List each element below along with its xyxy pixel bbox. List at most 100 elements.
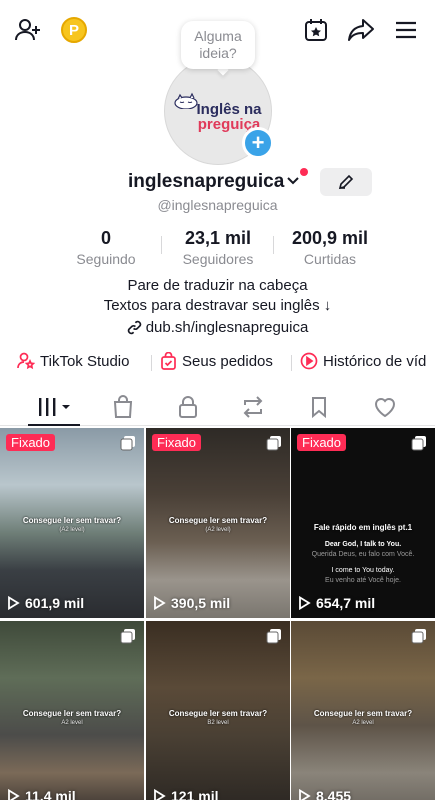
view-count-text: 11,4 mil (25, 788, 76, 800)
link-icon (127, 320, 141, 334)
video-thumbnail[interactable]: Consegue ler sem travar? A2 level 11,4 m… (0, 621, 144, 800)
video-thumbnail[interactable]: Consegue ler sem travar? B2 level 121 mi… (146, 621, 290, 800)
bio-link[interactable]: dub.sh/inglesnapreguica (0, 316, 435, 338)
quick-links: TikTok Studio Seus pedidos Histórico de … (0, 349, 435, 375)
stat-followers[interactable]: 23,1 mil Seguidores (174, 228, 262, 267)
video-thumbnail[interactable]: Fixado Consegue ler sem travar? (A2 leve… (0, 428, 144, 618)
quick-link-label: Histórico de víd (323, 352, 427, 370)
video-grid: Fixado Consegue ler sem travar? (A2 leve… (0, 428, 435, 800)
lock-icon (179, 396, 197, 418)
username-row: inglesnapreguica (0, 168, 435, 196)
view-count-text: 8.455 (316, 788, 352, 800)
video-caption: Fale rápido em inglês pt.1 (313, 523, 413, 532)
tab-private[interactable] (168, 392, 208, 422)
video-line: I come to You today. (331, 567, 395, 574)
video-subcaption: (A2 level) (205, 527, 231, 533)
notification-dot (300, 168, 308, 176)
tab-liked[interactable] (365, 392, 405, 422)
stat-following[interactable]: 0 Seguindo (70, 228, 142, 267)
multi-image-icon (411, 436, 426, 451)
video-subcaption: A2 level (352, 720, 374, 726)
pinned-badge: Fixado (297, 434, 347, 451)
quick-link-label: TikTok Studio (40, 352, 130, 370)
stat-label: Seguidores (182, 251, 254, 267)
repost-icon (243, 396, 263, 418)
shopping-bag-icon (113, 395, 133, 418)
video-caption: Consegue ler sem travar? (168, 709, 268, 718)
menu-icon[interactable] (390, 14, 422, 46)
heart-icon (374, 398, 396, 418)
bio-line1: Pare de traduzir na cabeça (127, 277, 308, 294)
sleeping-cat-icon (174, 91, 198, 115)
coin-icon[interactable]: P (61, 17, 87, 43)
pinned-badge: Fixado (6, 434, 56, 451)
tab-shop[interactable] (103, 392, 143, 422)
video-line: Eu venho até Você hoje. (325, 577, 401, 584)
bio: Pare de traduzir na cabeça Textos para d… (0, 276, 435, 316)
pencil-icon (338, 174, 354, 190)
video-line: Querida Deus, eu falo com Você. (311, 551, 415, 558)
multi-image-icon (120, 629, 135, 644)
stats-row: 0 Seguindo 23,1 mil Seguidores 200,9 mil… (0, 228, 435, 272)
view-count-text: 654,7 mil (316, 595, 376, 611)
video-subcaption: (A2 level) (59, 527, 85, 533)
chevron-down-icon[interactable] (286, 174, 300, 192)
tab-favorites[interactable] (299, 392, 339, 422)
idea-bubble[interactable]: Alguma ideia? (181, 21, 255, 69)
studio-icon (17, 352, 35, 370)
stat-likes[interactable]: 200,9 mil Curtidas (282, 228, 378, 267)
coin-label: P (68, 21, 79, 39)
bio-link-text: dub.sh/inglesnapreguica (145, 318, 309, 336)
orders-link[interactable]: Seus pedidos (160, 352, 273, 370)
tiktok-studio-link[interactable]: TikTok Studio (17, 352, 129, 370)
view-count: 8.455 (298, 788, 351, 800)
view-count-text: 121 mil (171, 788, 219, 800)
video-thumbnail[interactable]: Fixado Consegue ler sem travar? (A2 leve… (146, 428, 290, 618)
play-circle-icon (300, 352, 318, 370)
stat-value: 0 (100, 228, 111, 248)
divider (273, 236, 274, 254)
video-caption: Consegue ler sem travar? (168, 516, 268, 525)
bio-line2: Textos para destravar seu inglês ↓ (103, 297, 332, 314)
video-thumbnail[interactable]: Consegue ler sem travar? A2 level 8.455 (291, 621, 435, 800)
play-icon (299, 596, 311, 610)
add-friend-icon[interactable] (12, 14, 44, 46)
multi-image-icon (266, 436, 281, 451)
user-handle: @inglesnapreguica (157, 197, 278, 213)
play-icon (8, 789, 20, 800)
tab-videos[interactable] (34, 392, 74, 422)
share-icon[interactable] (345, 14, 377, 46)
divider (161, 236, 162, 254)
active-tab-indicator (28, 424, 80, 426)
stat-value: 200,9 mil (291, 228, 369, 248)
view-count-text: 601,9 mil (25, 595, 85, 611)
divider (291, 355, 292, 371)
username[interactable]: inglesnapreguica (128, 171, 284, 193)
watch-history-link[interactable]: Histórico de víd (300, 352, 426, 370)
multi-image-icon (120, 436, 135, 451)
video-caption: Consegue ler sem travar? (22, 516, 122, 525)
video-subcaption: B2 level (207, 720, 229, 726)
edit-profile-button[interactable] (320, 168, 372, 196)
calendar-star-icon[interactable] (300, 14, 332, 46)
stat-label: Seguindo (76, 251, 136, 267)
video-subcaption: A2 level (61, 720, 83, 726)
pinned-badge: Fixado (152, 434, 202, 451)
play-icon (154, 789, 166, 800)
play-icon (299, 789, 311, 800)
tab-reposts[interactable] (233, 392, 273, 422)
video-thumbnail[interactable]: Fixado Fale rápido em inglês pt.1 Dear G… (291, 428, 435, 618)
divider (151, 355, 152, 371)
multi-image-icon (411, 629, 426, 644)
play-icon (8, 596, 20, 610)
view-count: 11,4 mil (7, 788, 76, 800)
play-icon (154, 596, 166, 610)
add-story-button[interactable]: + (242, 127, 274, 159)
stat-value: 23,1 mil (184, 228, 252, 248)
view-count: 654,7 mil (298, 595, 375, 611)
bookmark-icon (312, 397, 326, 419)
video-subcaption: Dear God, I talk to You. (324, 541, 402, 548)
view-count: 601,9 mil (7, 595, 84, 611)
view-count: 121 mil (153, 788, 218, 800)
view-count-text: 390,5 mil (171, 595, 231, 611)
